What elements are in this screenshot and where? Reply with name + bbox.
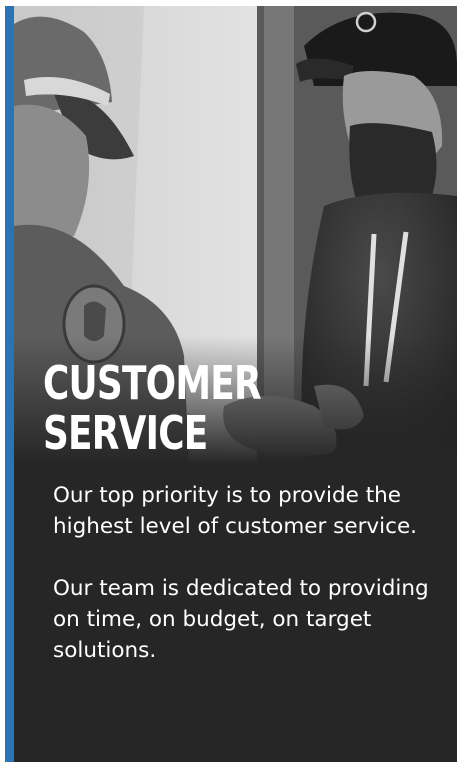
- heading-line-2: SERVICE: [43, 406, 208, 460]
- section-heading: CUSTOMER SERVICE: [43, 356, 262, 460]
- heading-line-1: CUSTOMER: [43, 356, 262, 410]
- paragraph-priority: Our top priority is to provide the highe…: [53, 483, 418, 539]
- customer-service-card: CUSTOMER SERVICE Our top priority is to …: [5, 6, 457, 762]
- body-text: Our top priority is to provide the highe…: [53, 480, 448, 666]
- paragraph-team: Our team is dedicated to providing on ti…: [53, 576, 429, 663]
- accent-bar: [5, 6, 14, 762]
